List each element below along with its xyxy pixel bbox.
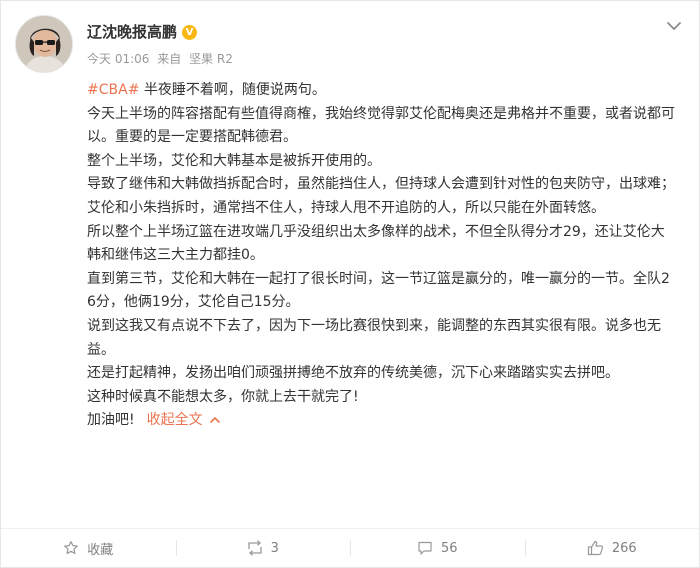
chevron-up-icon bbox=[209, 417, 220, 424]
comment-count: 56 bbox=[440, 540, 458, 556]
author-row: 辽沈晚报高鹏 V bbox=[87, 21, 198, 43]
source-prefix: 来自 bbox=[157, 52, 182, 66]
post-time[interactable]: 今天 01:06 bbox=[87, 52, 149, 66]
action-bar: 收藏 3 56 266 bbox=[1, 528, 699, 567]
star-icon bbox=[64, 541, 79, 555]
chevron-down-icon[interactable] bbox=[665, 19, 683, 33]
post-line-6: 直到第三节，艾伦和大韩在一起打了很长时间，这一节辽篮是赢分的，唯一赢分的一节。全… bbox=[87, 270, 670, 311]
post-line-1: #CBA# 半夜睡不着啊，随便说两句。 bbox=[87, 82, 326, 98]
like-count: 266 bbox=[611, 540, 637, 556]
author-name[interactable]: 辽沈晚报高鹏 bbox=[87, 21, 177, 43]
avatar[interactable] bbox=[15, 15, 73, 73]
post-line-8: 还是打起精神，发扬出咱们顽强拼搏绝不放弃的传统美德，沉下心来踏踏实实去拼吧。 bbox=[87, 365, 619, 382]
source-device: 坚果 R2 bbox=[189, 52, 233, 66]
avatar-image bbox=[16, 16, 72, 72]
thumbs-up-icon bbox=[587, 540, 603, 556]
hashtag-link[interactable]: #CBA# bbox=[87, 82, 139, 98]
weibo-post-card: 辽沈晚报高鹏 V 今天 01:06 来自 坚果 R2 #CBA# 半夜睡不着啊，… bbox=[0, 0, 700, 568]
post-line-4: 导致了继伟和大韩做挡拆配合时，虽然能挡住人，但持球人会遭到针对性的包夹防守，出球… bbox=[87, 176, 675, 216]
like-button[interactable]: 266 bbox=[524, 538, 700, 558]
repost-icon bbox=[247, 540, 262, 556]
post-line-9: 这种时候真不能想太多，你就上去干就完了! bbox=[87, 388, 359, 405]
favorite-button[interactable]: 收藏 bbox=[1, 538, 176, 558]
repost-button[interactable]: 3 bbox=[175, 538, 351, 558]
collapse-full-text-link[interactable]: 收起全文 bbox=[147, 412, 221, 428]
comment-icon bbox=[418, 541, 432, 555]
post-line-5: 所以整个上半场辽篮在进攻端几乎没组织出太多像样的战术，不但全队得分才29，还让艾… bbox=[87, 223, 665, 264]
post-content: #CBA# 半夜睡不着啊，随便说两句。 今天上半场的阵容搭配有些值得商榷，我始终… bbox=[87, 79, 677, 433]
post-header: 辽沈晚报高鹏 V 今天 01:06 来自 坚果 R2 bbox=[11, 15, 689, 75]
verified-badge-icon: V bbox=[182, 24, 198, 40]
post-line-10: 加油吧! 收起全文 bbox=[87, 409, 677, 433]
favorite-label: 收藏 bbox=[87, 542, 114, 558]
post-meta: 今天 01:06 来自 坚果 R2 bbox=[87, 51, 233, 67]
repost-count: 3 bbox=[270, 540, 279, 556]
comment-button[interactable]: 56 bbox=[350, 538, 525, 558]
post-line-2: 今天上半场的阵容搭配有些值得商榷，我始终觉得郭艾伦配梅奥还是弗格并不重要，或者说… bbox=[87, 105, 675, 146]
post-line-7: 说到这我又有点说不下去了，因为下一场比赛很快到来，能调整的东西其实很有限。说多也… bbox=[87, 317, 661, 358]
post-line-3: 整个上半场，艾伦和大韩基本是被拆开使用的。 bbox=[87, 152, 381, 169]
